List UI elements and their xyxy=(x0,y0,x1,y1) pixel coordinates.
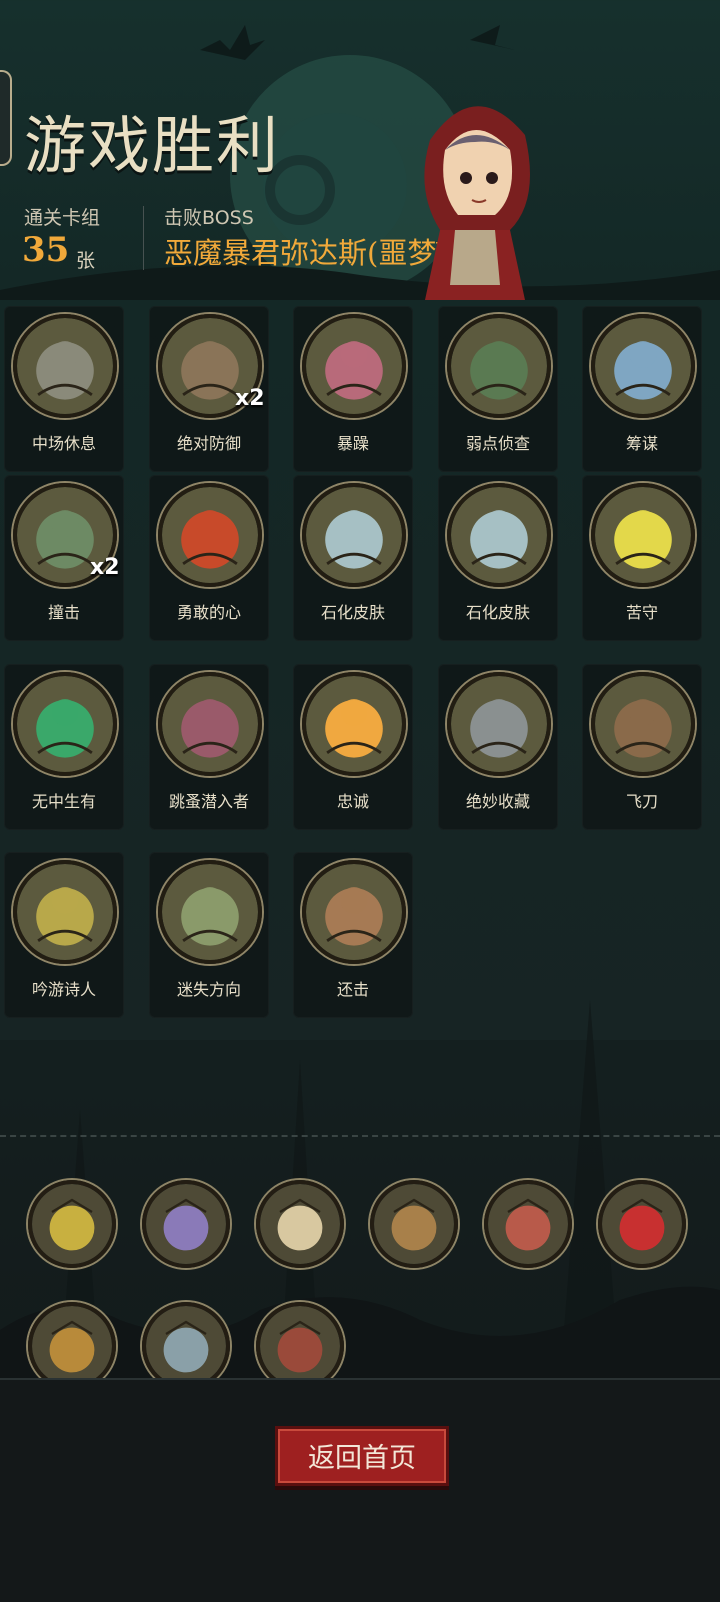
throwing-knives-icon xyxy=(591,672,695,776)
card-name: 弱点侦查 xyxy=(465,434,530,453)
deck-card[interactable]: 还击 xyxy=(293,852,413,1018)
deck-card-grid: 中场休息 绝对防御 x2 暴躁 弱点侦查 筹谋撞击 x2 勇敢的心 石化皮肤 石化皮肤 苦守无中生有… xyxy=(0,300,720,1040)
deck-label: 通关卡组 xyxy=(24,207,101,229)
card-name: 筹谋 xyxy=(625,434,658,453)
card-name: 石化皮肤 xyxy=(465,603,530,622)
card-name: 暴躁 xyxy=(336,434,369,453)
card-name: 勇敢的心 xyxy=(176,603,241,622)
deck-card[interactable]: 石化皮肤 xyxy=(293,475,413,641)
deck-card[interactable]: 石化皮肤 xyxy=(438,475,558,641)
card-name: 石化皮肤 xyxy=(320,603,385,622)
deck-card[interactable]: 勇敢的心 xyxy=(149,475,269,641)
return-home-button[interactable]: 返回首页 xyxy=(275,1426,449,1486)
deck-card[interactable]: 忠诚 xyxy=(293,664,413,830)
fire-claw-icon[interactable] xyxy=(28,1302,116,1390)
deck-card[interactable]: 中场休息 xyxy=(4,306,124,472)
deck-card[interactable]: 迷失方向 xyxy=(149,852,269,1018)
victory-title: 游戏胜利 xyxy=(24,109,281,182)
lost-path-icon xyxy=(158,860,262,964)
deck-card[interactable]: 绝妙收藏 xyxy=(438,664,558,830)
hooded-figure-icon xyxy=(13,314,117,418)
flea-thief-icon xyxy=(158,672,262,776)
card-name: 忠诚 xyxy=(336,792,369,811)
section-divider xyxy=(0,1135,720,1137)
map-flags-icon xyxy=(591,314,695,418)
deck-count: 35 xyxy=(22,230,70,270)
stone-fist-icon xyxy=(302,483,406,587)
red-hood-girl-icon[interactable] xyxy=(256,1302,344,1390)
footer-bar xyxy=(0,1378,720,1602)
deck-card[interactable]: 绝对防御 x2 xyxy=(149,306,269,472)
card-name: 还击 xyxy=(336,980,369,999)
deck-card[interactable]: 暴躁 xyxy=(293,306,413,472)
purple-tentacle-icon[interactable] xyxy=(142,1180,230,1268)
green-creature-icon xyxy=(13,672,117,776)
eagle-icon[interactable] xyxy=(256,1180,344,1268)
treasure-shield-icon xyxy=(447,672,551,776)
card-name: 苦守 xyxy=(625,603,658,622)
shield-burst-icon xyxy=(591,483,695,587)
deck-card[interactable]: 飞刀 xyxy=(582,664,702,830)
card-name: 绝对防御 xyxy=(176,434,241,453)
card-name: 跳蚤潜入者 xyxy=(168,792,249,811)
card-name: 飞刀 xyxy=(625,792,658,811)
card-name: 无中生有 xyxy=(31,792,96,811)
red-banner-icon[interactable] xyxy=(598,1180,686,1268)
deck-unit: 张 xyxy=(76,250,96,272)
angry-ogre-icon xyxy=(302,314,406,418)
wolf-icon xyxy=(447,314,551,418)
deck-card[interactable]: 苦守 xyxy=(582,475,702,641)
stone-fist-icon xyxy=(447,483,551,587)
card-multiplier: x2 xyxy=(235,386,265,411)
bloody-hand-icon[interactable] xyxy=(484,1180,572,1268)
side-tab xyxy=(0,70,12,166)
card-multiplier: x2 xyxy=(90,555,120,580)
heart-warrior-icon xyxy=(158,483,262,587)
red-hood-hero-portrait xyxy=(424,106,530,300)
card-name: 吟游诗人 xyxy=(31,980,96,999)
card-name: 撞击 xyxy=(47,603,80,622)
card-name: 中场休息 xyxy=(31,434,96,453)
boss-label: 击败BOSS xyxy=(164,207,254,229)
card-name: 迷失方向 xyxy=(176,980,241,999)
lightning-beast-icon[interactable] xyxy=(28,1180,116,1268)
victory-header: 游戏胜利 通关卡组 35 张 击败BOSS 恶魔暴君弥达斯(噩梦V) xyxy=(0,0,720,300)
deck-card[interactable]: 筹谋 xyxy=(582,306,702,472)
bard-icon xyxy=(13,860,117,964)
cross-icon xyxy=(302,672,406,776)
stat-divider xyxy=(143,206,144,270)
deck-card[interactable]: 弱点侦查 xyxy=(438,306,558,472)
owl-icon[interactable] xyxy=(142,1302,230,1390)
deck-card[interactable]: 跳蚤潜入者 xyxy=(149,664,269,830)
card-name: 绝妙收藏 xyxy=(465,792,530,811)
deer-icon[interactable] xyxy=(370,1180,458,1268)
pirate-counter-icon xyxy=(302,860,406,964)
deck-card[interactable]: 撞击 x2 xyxy=(4,475,124,641)
deck-card[interactable]: 无中生有 xyxy=(4,664,124,830)
deck-card[interactable]: 吟游诗人 xyxy=(4,852,124,1018)
